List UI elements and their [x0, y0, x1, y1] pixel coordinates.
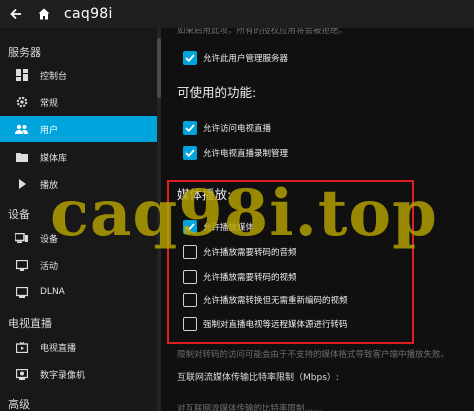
- sidebar-item-devices[interactable]: 设备: [0, 225, 157, 251]
- sidebar-item-label: 播放: [40, 180, 59, 191]
- remux-checkbox[interactable]: [183, 293, 197, 307]
- sidebar-item-label: 活动: [40, 261, 59, 272]
- media-playback-section-title: 媒体播放:: [177, 187, 232, 202]
- sidebar-section-advanced: 高级: [8, 398, 30, 411]
- sidebar-item-label: 数字录像机: [40, 370, 86, 381]
- sidebar: 服务器 控制台 常规 用户 媒体库 播放 设备 设备 活动 DLNA 电视直播 …: [0, 28, 157, 411]
- gear-icon: [15, 96, 28, 109]
- sidebar-section-devices: 设备: [8, 208, 30, 221]
- audio-transcode-checkbox[interactable]: [183, 245, 197, 259]
- livetv-access-label: 允许访问电视直播: [203, 124, 272, 134]
- user-settings-panel: 如果启用此项，所有的授权应用将会被拒绝。 允许此用户管理服务器 可使用的功能: …: [161, 28, 474, 411]
- allow-manage-server-checkbox[interactable]: [183, 51, 197, 65]
- back-arrow-icon[interactable]: [4, 2, 28, 26]
- sidebar-item-dlna[interactable]: DLNA: [0, 279, 157, 305]
- devices-icon: [15, 232, 28, 245]
- livetv-recording-label: 允许电视直播录制管理: [203, 149, 289, 159]
- playback-row-video-transcode[interactable]: 允许播放需要转码的视频: [183, 268, 297, 286]
- bitrate-limit-label: 互联网流媒体传输比特率限制（Mbps）:: [177, 373, 339, 383]
- bitrate-helper-text: 对互联网流媒体传输的比特率限制……: [177, 404, 322, 411]
- play-icon: [15, 178, 28, 191]
- sidebar-section-server: 服务器: [8, 46, 41, 59]
- sidebar-item-label: 常规: [40, 98, 59, 109]
- home-icon[interactable]: [32, 2, 56, 26]
- allow-manage-server-label: 允许此用户管理服务器: [203, 54, 289, 64]
- people-icon: [15, 123, 28, 136]
- helper-text-top: 如果启用此项，所有的授权应用将会被拒绝。: [177, 28, 348, 36]
- playback-row-audio-transcode[interactable]: 允许播放需要转码的音频: [183, 243, 297, 261]
- sidebar-item-label: 控制台: [40, 71, 68, 82]
- sidebar-item-activity[interactable]: 活动: [0, 252, 157, 278]
- force-remote-transcode-label: 强制对直播电视等远程媒体源进行转码: [203, 320, 348, 330]
- sidebar-item-playback[interactable]: 播放: [0, 171, 157, 197]
- features-section-title: 可使用的功能:: [177, 85, 257, 100]
- playback-row-remux[interactable]: 允许播放需转换但无需重新编码的视频: [183, 291, 348, 309]
- header-bar: caq98i: [0, 0, 474, 28]
- transcode-helper-text: 限制对转码的访问可能会由于不支持的媒体格式导致客户端中播放失败。: [177, 350, 450, 360]
- dvr-icon: [15, 368, 28, 381]
- playback-row-force-transcode[interactable]: 强制对直播电视等远程媒体源进行转码: [183, 315, 348, 333]
- sidebar-item-general[interactable]: 常规: [0, 89, 157, 115]
- sidebar-section-livetv: 电视直播: [8, 317, 52, 330]
- sidebar-item-label: 媒体库: [40, 153, 68, 164]
- sidebar-item-label: 用户: [40, 125, 59, 136]
- sidebar-item-label: 设备: [40, 234, 59, 245]
- dlna-icon: [15, 286, 28, 299]
- sidebar-item-dashboard[interactable]: 控制台: [0, 62, 157, 88]
- dashboard-icon: [15, 69, 28, 82]
- feature-row-livetv-recording[interactable]: 允许电视直播录制管理: [183, 144, 288, 162]
- force-remote-transcode-checkbox[interactable]: [183, 317, 197, 331]
- sidebar-item-users[interactable]: 用户: [0, 116, 157, 142]
- playback-row-allow-media[interactable]: 允许播放媒体: [183, 218, 254, 236]
- video-transcode-checkbox[interactable]: [183, 270, 197, 284]
- video-transcode-label: 允许播放需要转码的视频: [203, 273, 297, 283]
- audio-transcode-label: 允许播放需要转码的音频: [203, 248, 297, 258]
- sidebar-item-dvr[interactable]: 数字录像机: [0, 361, 157, 387]
- sidebar-item-label: 电视直播: [40, 343, 77, 354]
- remux-label: 允许播放需转换但无需重新编码的视频: [203, 296, 348, 306]
- live-tv-icon: [15, 341, 28, 354]
- allow-media-playback-label: 允许播放媒体: [203, 223, 255, 233]
- feature-row-livetv-access[interactable]: 允许访问电视直播: [183, 119, 271, 137]
- livetv-recording-checkbox[interactable]: [183, 146, 197, 160]
- livetv-access-checkbox[interactable]: [183, 121, 197, 135]
- allow-manage-server-row[interactable]: 允许此用户管理服务器: [183, 49, 288, 67]
- sidebar-item-library[interactable]: 媒体库: [0, 144, 157, 170]
- sidebar-item-label: DLNA: [40, 287, 65, 297]
- page-title: caq98i: [64, 6, 113, 22]
- folder-icon: [15, 151, 28, 164]
- allow-media-playback-checkbox[interactable]: [183, 220, 197, 234]
- sidebar-item-livetv[interactable]: 电视直播: [0, 334, 157, 360]
- activity-icon: [15, 259, 28, 272]
